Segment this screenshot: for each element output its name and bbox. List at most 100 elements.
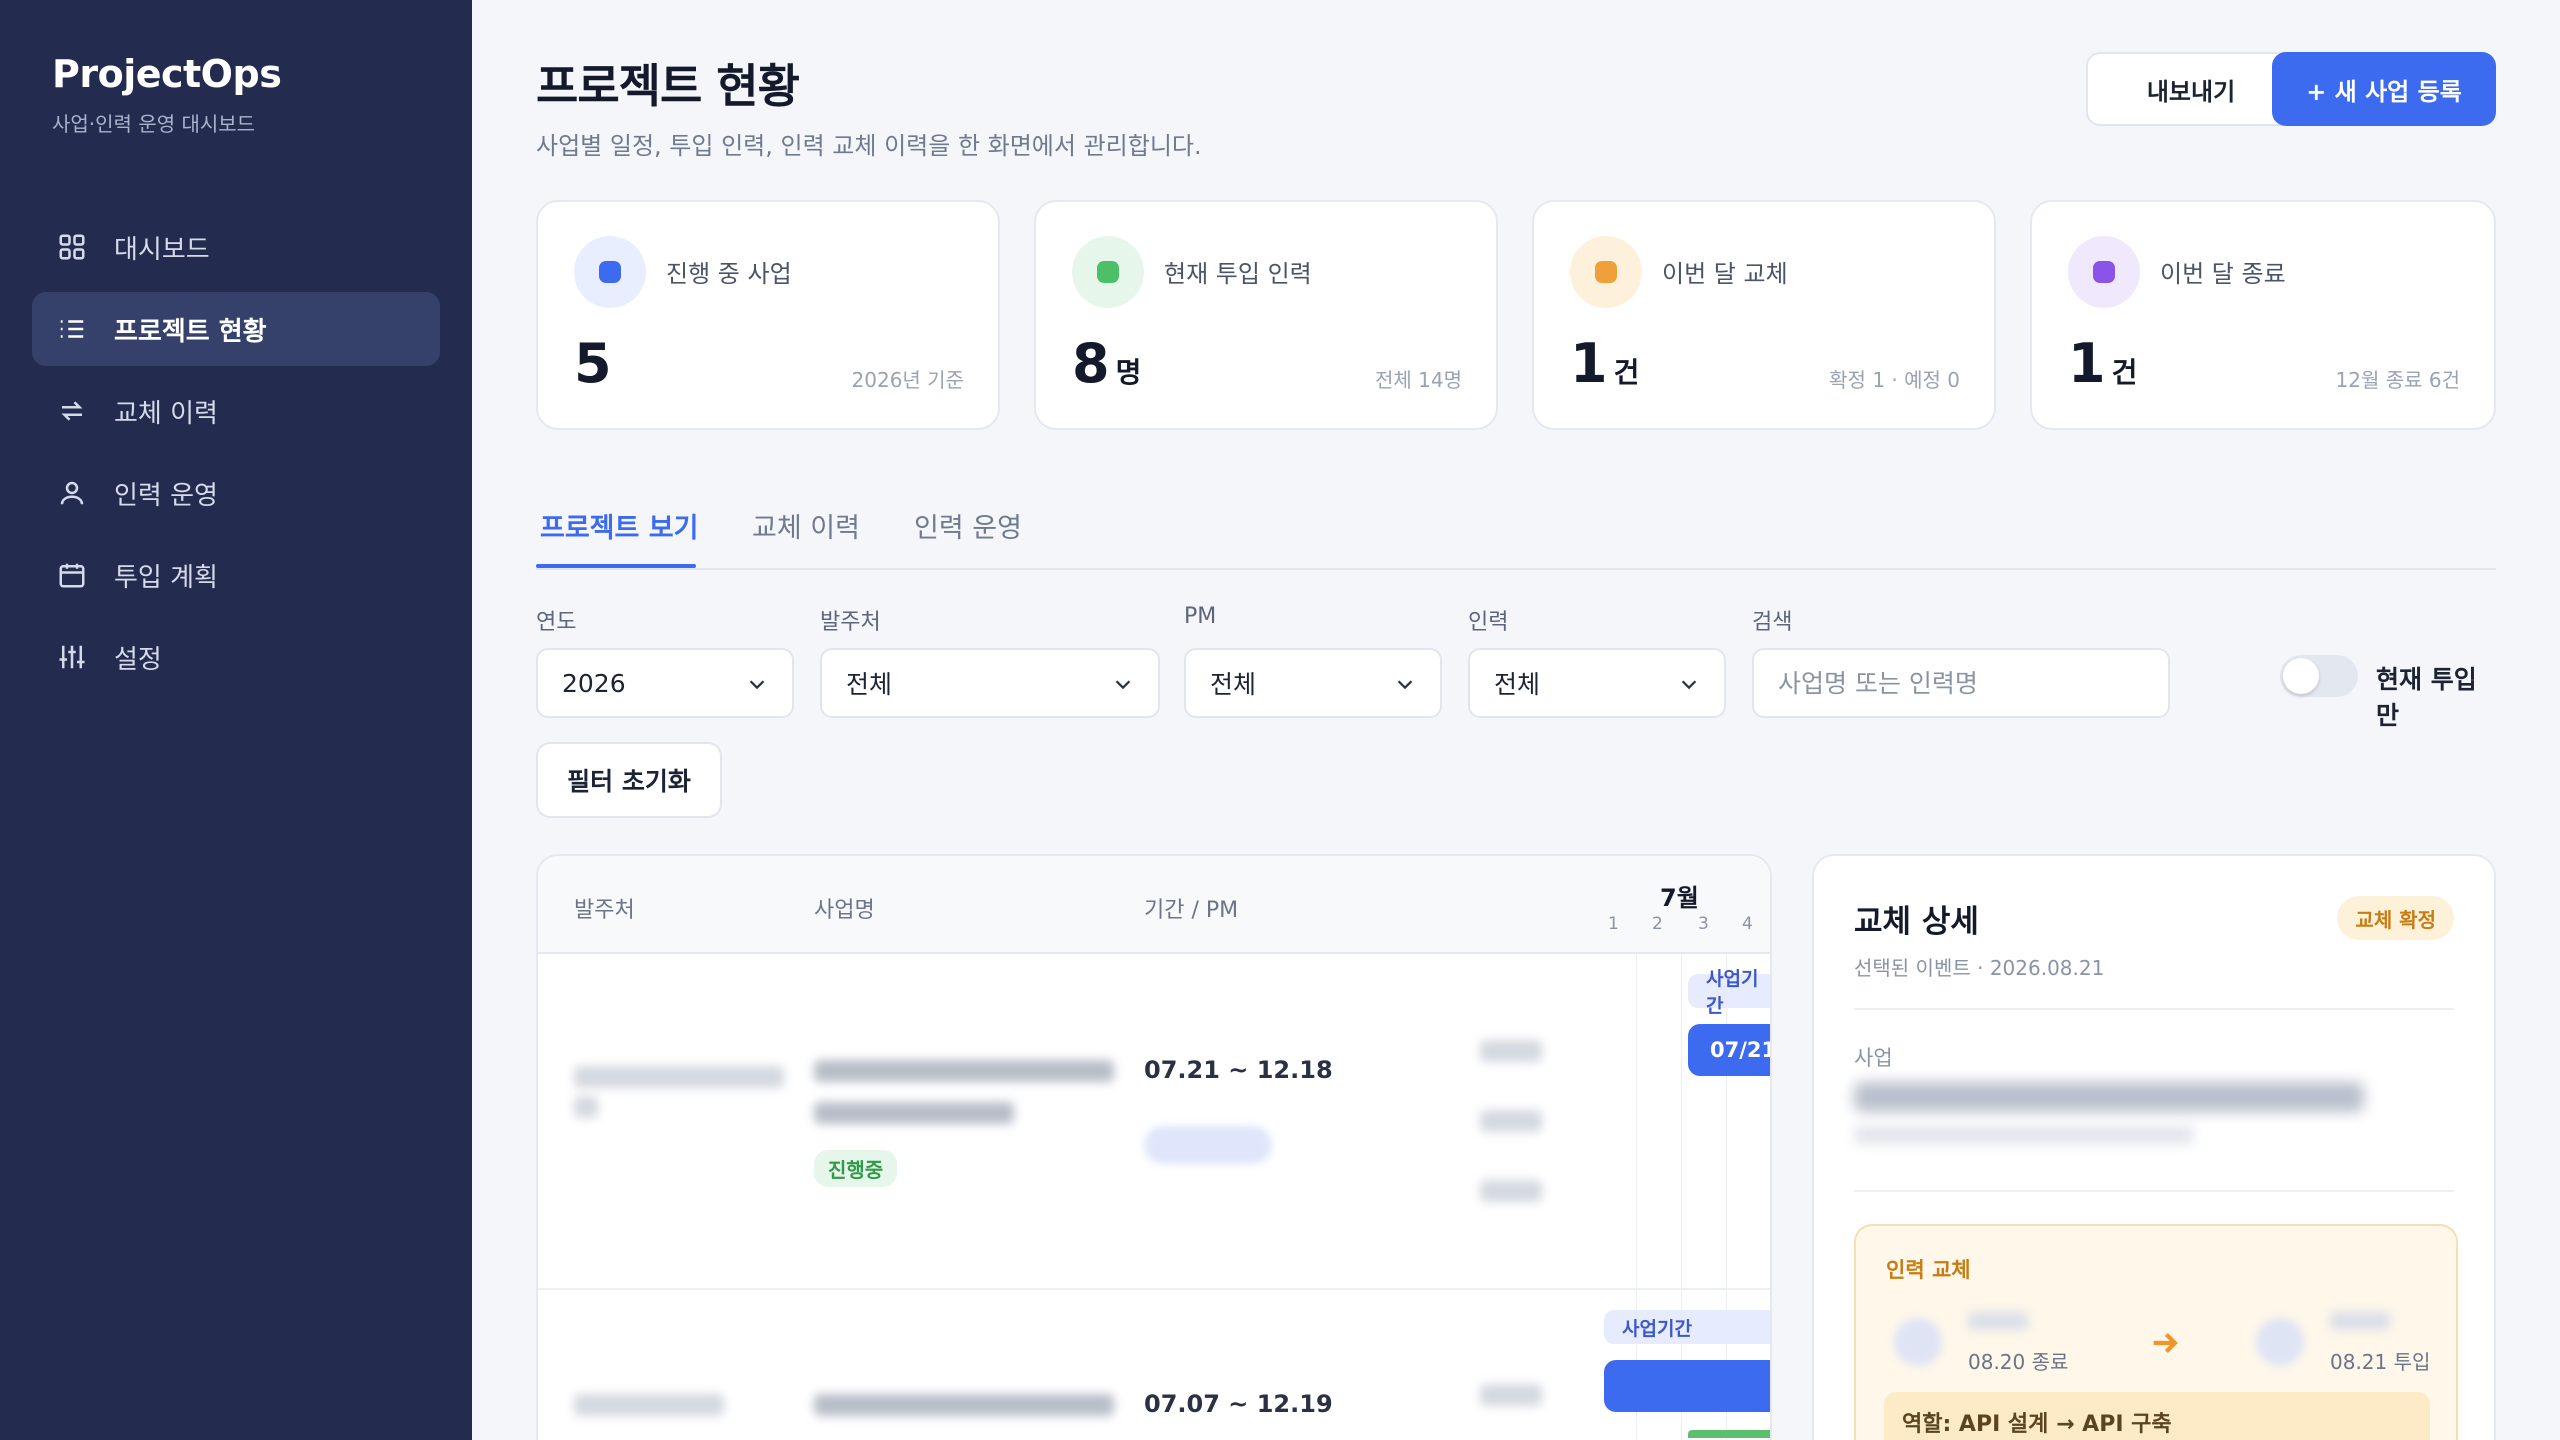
stat-icon-wrap xyxy=(1072,236,1144,308)
stat-value: 5 xyxy=(574,332,618,395)
status-badge: 교체 확정 xyxy=(2337,896,2454,940)
staff-select[interactable]: 전체 xyxy=(1468,648,1726,718)
gantt-day-label: 4 xyxy=(1742,914,1753,934)
brand: ProjectOps 사업·인력 운영 대시보드 xyxy=(52,52,282,137)
sidebar-item-label: 대시보드 xyxy=(114,234,210,265)
project-table: 발주처 사업명 기간 / PM 7월 1 2 3 4 진행중 07.21 ~ 1… xyxy=(536,854,1772,1440)
stat-note: 2026년 기준 xyxy=(851,368,964,392)
gantt-bar[interactable] xyxy=(1604,1360,1770,1412)
user-icon xyxy=(56,477,88,509)
outgoing-date: 08.20 종료 xyxy=(1968,1350,2069,1374)
column-header-period-pm: 기간 / PM xyxy=(1144,898,1239,923)
redacted-client xyxy=(574,1394,724,1416)
client-select[interactable]: 전체 xyxy=(820,648,1160,718)
stat-note: 전체 14명 xyxy=(1374,368,1462,392)
redacted-project-name xyxy=(1854,1082,2364,1112)
sidebar-item-label: 투입 계획 xyxy=(114,562,218,593)
current-only-label: 현재 투입만 xyxy=(2376,665,2477,730)
redacted-staff xyxy=(1480,1040,1542,1062)
sidebar-item-label: 인력 운영 xyxy=(114,480,218,511)
new-project-button[interactable]: + 새 사업 등록 xyxy=(2272,52,2496,126)
staff-filter-label: 인력 xyxy=(1468,610,1509,635)
redacted-staff xyxy=(1480,1110,1542,1132)
sidebar-item-label: 교체 이력 xyxy=(114,398,218,429)
sidebar-item-dashboard[interactable]: 대시보드 xyxy=(32,210,440,284)
redacted-project-name xyxy=(814,1394,1114,1416)
stat-card-monthly-ends: 이번 달 종료 1건 12월 종료 6건 xyxy=(2030,200,2496,430)
main-content: 프로젝트 현황 사업별 일정, 투입 인력, 인력 교체 이력을 한 화면에서 … xyxy=(536,0,2496,1440)
orange-dot-icon xyxy=(1595,261,1617,283)
sidebar-nav: 대시보드 프로젝트 현황 교체 이력 인력 운영 투입 계획 설정 xyxy=(32,210,440,702)
search-filter-label: 검색 xyxy=(1752,610,1793,635)
detail-subtitle: 선택된 이벤트 · 2026.08.21 xyxy=(1854,956,2105,980)
pm-select[interactable]: 전체 xyxy=(1184,648,1442,718)
swap-icon xyxy=(56,395,88,427)
year-select[interactable]: 2026 xyxy=(536,648,794,718)
project-label: 사업 xyxy=(1854,1046,1893,1070)
staff-swap-card: 인력 교체 08.20 종료 08.21 투입 역할: API 설계 → API… xyxy=(1854,1224,2458,1440)
stat-note: 12월 종료 6건 xyxy=(2335,368,2461,392)
sidebar: ProjectOps 사업·인력 운영 대시보드 대시보드 프로젝트 현황 교체… xyxy=(0,0,472,1440)
sidebar-item-projects[interactable]: 프로젝트 현황 xyxy=(32,292,440,366)
detail-title: 교체 상세 xyxy=(1854,904,1979,940)
gantt-bar[interactable]: 07/21 xyxy=(1688,1024,1770,1076)
stat-note: 확정 1 · 예정 0 xyxy=(1829,368,1960,392)
sidebar-item-swap-history[interactable]: 교체 이력 xyxy=(32,374,440,448)
page-title: 프로젝트 현황 xyxy=(536,59,800,113)
gantt-month-label: 7월 xyxy=(1660,884,1699,912)
search-input[interactable] xyxy=(1752,648,2170,718)
client-filter-label: 발주처 xyxy=(820,610,881,635)
current-only-toggle[interactable] xyxy=(2280,655,2358,697)
tab-staff-ops[interactable]: 인력 운영 xyxy=(914,506,1022,545)
stat-unit: 건 xyxy=(1613,356,1640,389)
gantt-staff-bar xyxy=(1688,1430,1770,1438)
stat-icon-wrap xyxy=(574,236,646,308)
gantt-day-label: 3 xyxy=(1698,914,1709,934)
stat-card-active-projects: 진행 중 사업 5 2026년 기준 xyxy=(536,200,1000,430)
chevron-down-icon xyxy=(1112,672,1134,694)
purple-dot-icon xyxy=(2093,261,2115,283)
stat-unit: 명 xyxy=(1115,356,1142,389)
client-select-value: 전체 xyxy=(846,670,893,699)
gantt-day-label: 1 xyxy=(1608,914,1619,934)
stat-number: 5 xyxy=(574,332,612,395)
avatar xyxy=(1894,1318,1942,1366)
calendar-icon xyxy=(56,559,88,591)
redacted-client xyxy=(574,1096,598,1118)
staff-select-value: 전체 xyxy=(1494,670,1541,699)
sidebar-item-staff[interactable]: 인력 운영 xyxy=(32,456,440,530)
stat-unit: 건 xyxy=(2111,356,2138,389)
gantt-period-tag: 사업기간 xyxy=(1604,1310,1770,1344)
tab-project-view[interactable]: 프로젝트 보기 xyxy=(540,506,698,545)
stat-label: 진행 중 사업 xyxy=(666,260,792,288)
table-row[interactable]: 07.07 ~ 12.19 사업기간 xyxy=(538,1290,1770,1440)
stat-number: 8 xyxy=(1072,332,1110,395)
pm-filter-label: PM xyxy=(1184,604,1217,629)
stat-label: 이번 달 종료 xyxy=(2160,260,2286,288)
chevron-down-icon xyxy=(746,672,768,694)
sidebar-item-settings[interactable]: 설정 xyxy=(32,620,440,694)
year-select-value: 2026 xyxy=(562,668,626,698)
stat-value: 1건 xyxy=(2068,332,2137,395)
stat-card-current-staff: 현재 투입 인력 8명 전체 14명 xyxy=(1034,200,1498,430)
swap-title: 인력 교체 xyxy=(1886,1258,1971,1282)
reset-filters-button[interactable]: 필터 초기화 xyxy=(536,742,722,818)
stat-number: 1 xyxy=(1570,332,1608,395)
stat-value: 1건 xyxy=(1570,332,1639,395)
stat-card-monthly-swaps: 이번 달 교체 1건 확정 1 · 예정 0 xyxy=(1532,200,1996,430)
avatar xyxy=(2256,1318,2304,1366)
divider xyxy=(1854,1008,2454,1010)
stat-icon-wrap xyxy=(2068,236,2140,308)
export-button[interactable]: 내보내기 xyxy=(2086,52,2296,126)
page-subtitle: 사업별 일정, 투입 인력, 인력 교체 이력을 한 화면에서 관리합니다. xyxy=(536,132,1202,160)
sidebar-item-plan[interactable]: 투입 계획 xyxy=(32,538,440,612)
stat-number: 1 xyxy=(2068,332,2106,395)
list-icon xyxy=(56,313,88,345)
redacted-staff-name xyxy=(1968,1312,2028,1330)
table-row[interactable]: 진행중 07.21 ~ 12.18 사업기간 07/21 xyxy=(538,954,1770,1290)
tab-swap-history[interactable]: 교체 이력 xyxy=(752,506,860,545)
pm-select-value: 전체 xyxy=(1210,670,1257,699)
app-title: ProjectOps xyxy=(52,52,282,96)
toggle-knob xyxy=(2283,658,2319,694)
column-header-client: 발주처 xyxy=(574,898,635,923)
